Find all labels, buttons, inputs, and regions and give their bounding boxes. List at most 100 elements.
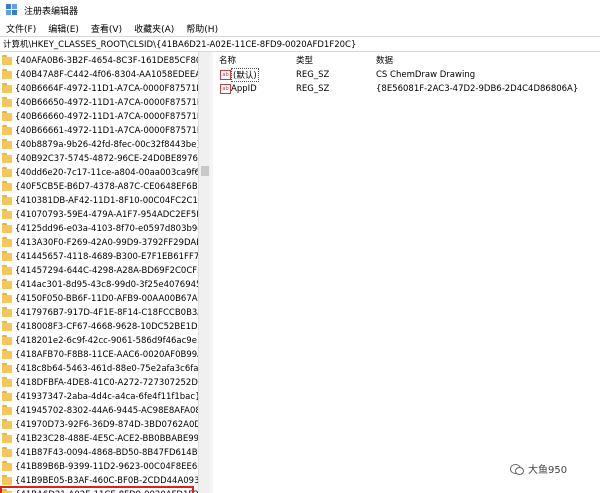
tree-item[interactable]: {40B66661-4972-11D1-A7CA-0000F87571E3} <box>2 124 198 138</box>
tree-item-label: {40AFA0B6-3B2F-4654-8C3F-161DE85CF80E} <box>15 56 198 66</box>
folder-icon <box>2 307 12 317</box>
folder-icon <box>2 181 12 191</box>
tree-item[interactable]: {41070793-59E4-479A-A1F7-954ADC2EF5FC} <box>2 208 198 222</box>
menu-favorites[interactable]: 收藏夹(A) <box>128 22 180 35</box>
folder-icon <box>2 167 12 177</box>
tree-item-label: {40B92C37-5745-4872-96CE-24D0BE89763A} <box>15 154 198 164</box>
wechat-icon <box>510 463 524 475</box>
window-title: 注册表编辑器 <box>24 6 79 17</box>
tree-item[interactable]: {418AFB70-F8B8-11CE-AAC6-0020AF0B99A3} <box>2 348 198 362</box>
tree-item-label: {40F5CB5E-B6D7-4378-A87C-CE0648EF6B2} <box>15 182 198 192</box>
folder-icon <box>2 111 12 121</box>
value-name: (默认) <box>231 68 259 82</box>
folder-icon <box>2 237 12 247</box>
tree-item-label: {41445657-4118-4689-B300-E7F1EB61FF7B} <box>15 252 198 262</box>
folder-icon <box>2 69 12 79</box>
tree-item[interactable]: {40B47A8F-C442-4f06-8304-AA1058EDEEA0} <box>2 68 198 82</box>
folder-icon <box>2 293 12 303</box>
tree-item[interactable]: {4125dd96-e03a-4103-8f70-e0597d803b9c} <box>2 222 198 236</box>
tree-item-label: {4150F050-BB6F-11D0-AFB9-00AA00B67A42} <box>15 294 198 304</box>
tree-item-label: {4125dd96-e03a-4103-8f70-e0597d803b9c} <box>15 224 198 234</box>
values-list-pane: 名称 类型 数据 ab (默认) REG_SZ CS ChemDraw Draw… <box>213 52 600 493</box>
folder-icon <box>2 265 12 275</box>
address-path[interactable]: 计算机\HKEY_CLASSES_ROOT\CLSID\{41BA6D21-A0… <box>3 38 356 50</box>
folder-icon <box>2 83 12 93</box>
tree-item-label: {40B47A8F-C442-4f06-8304-AA1058EDEEA0} <box>15 70 198 80</box>
registry-editor-icon <box>6 4 18 16</box>
tree-item[interactable]: {41B89B6B-9399-11D2-9623-00C04F8EE628} <box>2 460 198 474</box>
tree-item[interactable]: {413A30F0-F269-42A0-99D9-3792FF29DAB1} <box>2 236 198 250</box>
tree-item[interactable]: {40F5CB5E-B6D7-4378-A87C-CE0648EF6B2} <box>2 180 198 194</box>
folder-icon <box>2 447 12 457</box>
tree-item-label: {40dd6e20-7c17-11ce-a804-00aa003ca9f6} <box>15 168 198 178</box>
key-tree-pane: {40AFA0B6-3B2F-4654-8C3F-161DE85CF80E} {4… <box>0 52 198 493</box>
tree-item[interactable]: {417976B7-917D-4F1E-8F14-C18FCCB0B3A8} <box>2 306 198 320</box>
column-header-type[interactable]: 类型 <box>296 54 313 66</box>
value-data: CS ChemDraw Drawing <box>376 70 476 80</box>
tree-item[interactable]: {41457294-644C-4298-A28A-BD69F2C0CF3B} <box>2 264 198 278</box>
folder-icon <box>2 391 12 401</box>
tree-item-label: {418c8b64-5463-461d-88e0-75e2afa3c6fa} <box>15 364 198 374</box>
tree-item[interactable]: {40B92C37-5745-4872-96CE-24D0BE89763A} <box>2 152 198 166</box>
string-value-icon: ab <box>220 84 231 94</box>
tree-item[interactable]: {418c8b64-5463-461d-88e0-75e2afa3c6fa} <box>2 362 198 376</box>
tree-item-label: {410381DB-AF42-11D1-8F10-00C04FC2C17B} <box>15 196 198 206</box>
tree-item-label: {413A30F0-F269-42A0-99D9-3792FF29DAB1} <box>15 238 198 248</box>
tree-item[interactable]: {410381DB-AF42-11D1-8F10-00C04FC2C17B} <box>2 194 198 208</box>
folder-icon <box>2 475 12 485</box>
menu-help[interactable]: 帮助(H) <box>180 22 224 35</box>
folder-icon <box>2 139 12 149</box>
tree-item-label: {417976B7-917D-4F1E-8F14-C18FCCB0B3A8} <box>15 308 198 318</box>
tree-item-label: {40b8879a-9b26-42fd-8fec-00c32f8443be} <box>15 140 198 150</box>
tree-item[interactable]: {41B87F43-0094-4868-BD50-8B47FD614BCE} <box>2 446 198 460</box>
tree-item[interactable]: {40B66650-4972-11D1-A7CA-0000F87571E3} <box>2 96 198 110</box>
tree-item[interactable]: {41945702-8302-44A6-9445-AC98E8AFA086} <box>2 404 198 418</box>
tree-item-label: {41B9BE05-B3AF-460C-BF0B-2CDD44A093B1} <box>15 476 198 486</box>
column-header-name[interactable]: 名称 <box>219 54 236 66</box>
folder-icon <box>2 125 12 135</box>
folder-icon <box>2 419 12 429</box>
tree-item-label: {41945702-8302-44A6-9445-AC98E8AFA086} <box>15 406 198 416</box>
menu-file[interactable]: 文件(F) <box>0 22 42 35</box>
value-row-default[interactable]: ab (默认) REG_SZ CS ChemDraw Drawing <box>213 68 600 82</box>
column-header-data[interactable]: 数据 <box>376 54 393 66</box>
tree-item[interactable]: {41970D73-92F6-36D9-874D-3BD0762A0D6F} <box>2 418 198 432</box>
registry-editor-window: 注册表编辑器 文件(F) 编辑(E) 查看(V) 收藏夹(A) 帮助(H) 计算… <box>0 0 600 493</box>
tree-item[interactable]: {40AFA0B6-3B2F-4654-8C3F-161DE85CF80E} <box>2 54 198 68</box>
value-data: {8E56081F-2AC3-47D2-9DB6-2D4C4D86806A} <box>376 84 579 94</box>
menu-bar: 文件(F) 编辑(E) 查看(V) 收藏夹(A) 帮助(H) <box>0 20 600 36</box>
tree-item-label: {40B66660-4972-11D1-A7CA-0000F87571E3} <box>15 112 198 122</box>
tree-item-selected[interactable]: {41BA6D21-A02E-11CE-8FD9-0020AFD1F20C} <box>0 486 198 493</box>
folder-icon <box>2 209 12 219</box>
tree-item-label: {414ac301-8d95-43c8-99d0-3f25e4076945} <box>15 280 198 290</box>
tree-item[interactable]: {418201e2-6c9f-42cc-9061-586d9f46ac9e} <box>2 334 198 348</box>
menu-edit[interactable]: 编辑(E) <box>42 22 85 35</box>
tree-item-label: {40B6664F-4972-11D1-A7CA-0000F87571E3} <box>15 84 198 94</box>
tree-item[interactable]: {40B6664F-4972-11D1-A7CA-0000F87571E3} <box>2 82 198 96</box>
tree-item-label: {41B89B6B-9399-11D2-9623-00C04F8EE628} <box>15 462 198 472</box>
value-row-appid[interactable]: ab AppID REG_SZ {8E56081F-2AC3-47D2-9DB6… <box>213 82 600 96</box>
title-bar: 注册表编辑器 <box>0 0 600 20</box>
values-list-header: 名称 类型 数据 <box>213 52 600 66</box>
tree-item[interactable]: {41B9BE05-B3AF-460C-BF0B-2CDD44A093B1} <box>2 474 198 488</box>
address-bar[interactable]: 计算机\HKEY_CLASSES_ROOT\CLSID\{41BA6D21-A0… <box>0 36 600 52</box>
folder-icon <box>2 363 12 373</box>
tree-item[interactable]: {41B23C28-488E-4E5C-ACE2-BB0BBABE99E8} <box>2 432 198 446</box>
tree-item[interactable]: {40dd6e20-7c17-11ce-a804-00aa003ca9f6} <box>2 166 198 180</box>
tree-item[interactable]: {40B66660-4972-11D1-A7CA-0000F87571E3} <box>2 110 198 124</box>
tree-item[interactable]: {4150F050-BB6F-11D0-AFB9-00AA00B67A42} <box>2 292 198 306</box>
tree-item[interactable]: {418DFBFA-4DE8-41C0-A272-727307252D8D} <box>2 376 198 390</box>
tree-item[interactable]: {41937347-2aba-4d4c-a4ca-6fe4f11f1bac} <box>2 390 198 404</box>
watermark: 大鱼950 <box>510 461 567 476</box>
menu-view[interactable]: 查看(V) <box>85 22 128 35</box>
tree-item-label: {41070793-59E4-479A-A1F7-954ADC2EF5FC} <box>15 210 198 220</box>
folder-icon <box>2 377 12 387</box>
value-name: AppID <box>231 84 257 94</box>
folder-icon <box>2 335 12 345</box>
folder-icon <box>2 349 12 359</box>
tree-item[interactable]: {40b8879a-9b26-42fd-8fec-00c32f8443be} <box>2 138 198 152</box>
tree-scrollbar-thumb[interactable] <box>201 166 209 176</box>
tree-item[interactable]: {414ac301-8d95-43c8-99d0-3f25e4076945} <box>2 278 198 292</box>
tree-item[interactable]: {418008F3-CF67-4668-9628-10DC52BE1D08} <box>2 320 198 334</box>
tree-item[interactable]: {41445657-4118-4689-B300-E7F1EB61FF7B} <box>2 250 198 264</box>
